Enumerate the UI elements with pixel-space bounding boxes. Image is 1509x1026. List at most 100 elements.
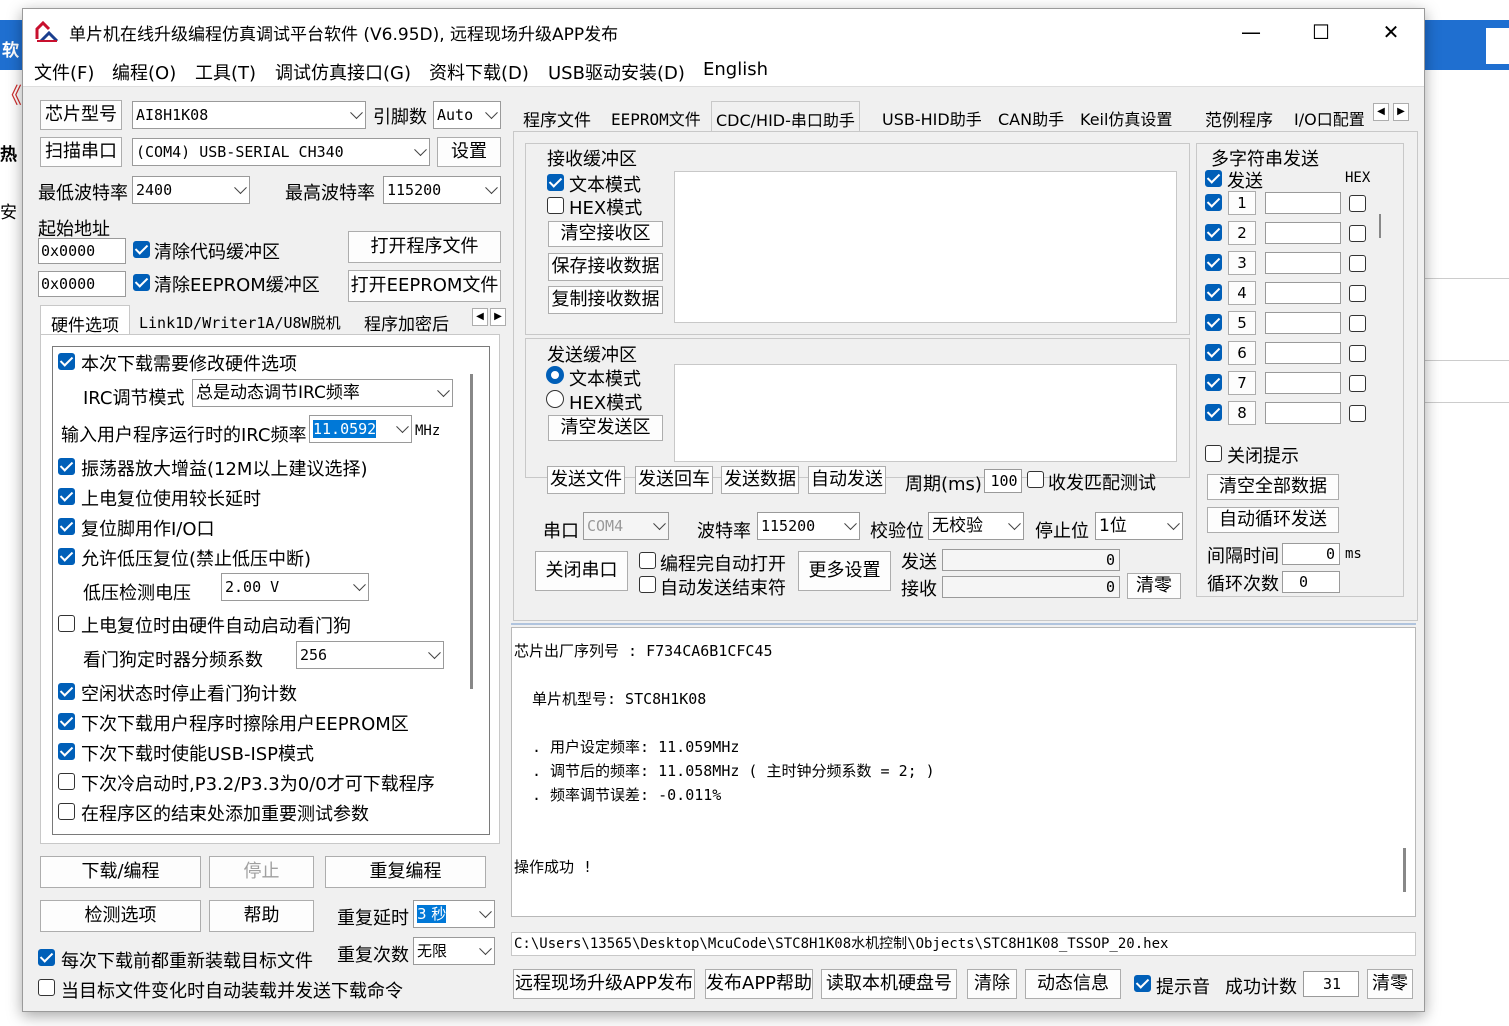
min-baud-select[interactable]: 2400 [132,176,250,204]
minimize-button[interactable]: — [1216,9,1286,55]
multi-scrollbar[interactable] [1379,214,1381,238]
irc-mode-select[interactable]: 总是动态调节IRC频率 [192,379,453,407]
repeat-count-select[interactable]: 无限 [413,937,495,965]
send-data-button[interactable]: 发送数据 [721,466,799,494]
rx-copy-button[interactable]: 复制接收数据 [548,286,663,314]
clear-code-checkbox[interactable] [133,241,150,258]
row-5-send-button[interactable]: 5 [1228,311,1256,335]
tab-examples[interactable]: 范例程序 [1201,101,1277,131]
send-file-button[interactable]: 发送文件 [547,466,625,494]
row-3-hex-checkbox[interactable] [1349,255,1366,272]
loop-count-input[interactable]: 0 [1282,571,1340,593]
lvd-reset-checkbox[interactable] [58,548,75,565]
period-input[interactable]: 100 [984,469,1022,493]
menu-debug[interactable]: 调试仿真接口(G) [275,59,411,85]
auto-send-checkbox[interactable] [38,979,55,996]
remote-app-publish-button[interactable]: 远程现场升级APP发布 [513,969,695,999]
row-3-input[interactable] [1265,252,1341,274]
clear-eeprom-checkbox[interactable] [133,274,150,291]
serial-port-select[interactable]: COM4 [583,512,669,540]
help-button[interactable]: 帮助 [209,900,314,932]
irc-freq-select[interactable]: 11.0592 [309,415,412,443]
row-3-send-button[interactable]: 3 [1228,251,1256,275]
row-8-send-button[interactable]: 8 [1228,401,1256,425]
reload-file-checkbox[interactable] [38,949,55,966]
row-5-input[interactable] [1265,312,1341,334]
log-splitter[interactable] [511,623,1416,625]
close-button[interactable]: ✕ [1356,9,1424,55]
auto-loop-button[interactable]: 自动循环发送 [1207,507,1339,533]
wdt-div-select[interactable]: 256 [296,641,444,669]
row-2-checkbox[interactable] [1205,224,1222,241]
open-program-file-button[interactable]: 打开程序文件 [348,231,501,263]
tab-cdc-hid-serial[interactable]: CDC/HID-串口助手 [711,101,860,131]
row-1-send-button[interactable]: 1 [1228,191,1256,215]
port-select[interactable]: (COM4) USB-SERIAL CH340 [132,138,430,166]
row-4-hex-checkbox[interactable] [1349,285,1366,302]
dynamic-info-button[interactable]: 动态信息 [1025,969,1121,999]
usb-isp-checkbox[interactable] [58,743,75,760]
osc-gain-checkbox[interactable] [58,458,75,475]
right-tab-scroll-left-icon[interactable]: ◀ [1373,103,1389,121]
rx-hex-mode-checkbox[interactable] [547,197,564,214]
code-address-input[interactable]: 0x0000 [38,238,126,264]
chip-type-button[interactable]: 芯片型号 [40,100,122,130]
row-5-checkbox[interactable] [1205,314,1222,331]
tab-can[interactable]: CAN助手 [994,101,1068,131]
row-6-send-button[interactable]: 6 [1228,341,1256,365]
open-eeprom-file-button[interactable]: 打开EEPROM文件 [348,270,501,302]
row-2-hex-checkbox[interactable] [1349,225,1366,242]
pin-count-select[interactable]: Auto [433,101,501,129]
reprogram-button[interactable]: 重复编程 [325,856,486,888]
tab-hardware-options[interactable]: 硬件选项 [40,305,130,336]
read-disk-id-button[interactable]: 读取本机硬盘号 [821,969,957,999]
tab-scroll-right-icon[interactable]: ▶ [490,308,506,326]
tx-hex-mode-radio[interactable] [546,390,564,408]
auto-send-button[interactable]: 自动发送 [808,466,886,494]
test-param-checkbox[interactable] [58,803,75,820]
log-scrollbar[interactable] [1403,848,1406,892]
row-3-checkbox[interactable] [1205,254,1222,271]
rx-save-button[interactable]: 保存接收数据 [548,253,663,281]
tab-io-config[interactable]: I/O口配置 [1290,101,1370,131]
menu-program[interactable]: 编程(O) [112,59,176,85]
row-7-checkbox[interactable] [1205,374,1222,391]
receive-textarea[interactable] [674,171,1177,323]
tab-program-file[interactable]: 程序文件 [519,101,595,131]
app-help-button[interactable]: 发布APP帮助 [705,969,813,999]
auto-open-checkbox[interactable] [639,552,656,569]
lvd-voltage-select[interactable]: 2.00 V [221,573,369,601]
row-6-input[interactable] [1265,342,1341,364]
serial-baud-select[interactable]: 115200 [757,512,860,540]
row-6-checkbox[interactable] [1205,344,1222,361]
tx-text-mode-radio[interactable] [546,366,564,384]
wdt-auto-checkbox[interactable] [58,615,75,632]
row-4-send-button[interactable]: 4 [1228,281,1256,305]
max-baud-select[interactable]: 115200 [383,176,501,204]
row-1-hex-checkbox[interactable] [1349,195,1366,212]
menu-english[interactable]: English [703,59,768,80]
maximize-button[interactable]: ☐ [1286,9,1356,55]
reset-io-checkbox[interactable] [58,518,75,535]
row-7-hex-checkbox[interactable] [1349,375,1366,392]
stop-button[interactable]: 停止 [209,856,314,888]
idle-wdt-checkbox[interactable] [58,683,75,700]
row-7-input[interactable] [1265,372,1341,394]
reset-count-button[interactable]: 清零 [1367,969,1413,999]
match-test-checkbox[interactable] [1027,471,1044,488]
row-6-hex-checkbox[interactable] [1349,345,1366,362]
row-4-input[interactable] [1265,282,1341,304]
options-scrollbar[interactable] [470,374,473,689]
tab-encryption[interactable]: 程序加密后 [360,305,470,335]
power-delay-checkbox[interactable] [58,488,75,505]
row-4-checkbox[interactable] [1205,284,1222,301]
rx-text-mode-checkbox[interactable] [547,174,564,191]
tab-offline[interactable]: Link1D/Writer1A/U8W脱机 [135,305,345,335]
row-8-input[interactable] [1265,402,1341,424]
chip-type-select[interactable]: AI8H1K08 [132,101,366,129]
row-2-input[interactable] [1265,222,1341,244]
menu-usb-driver[interactable]: USB驱动安装(D) [548,59,685,85]
right-tab-scroll-right-icon[interactable]: ▶ [1393,103,1409,121]
interval-input[interactable]: 0 [1282,543,1340,565]
erase-eeprom-checkbox[interactable] [58,713,75,730]
